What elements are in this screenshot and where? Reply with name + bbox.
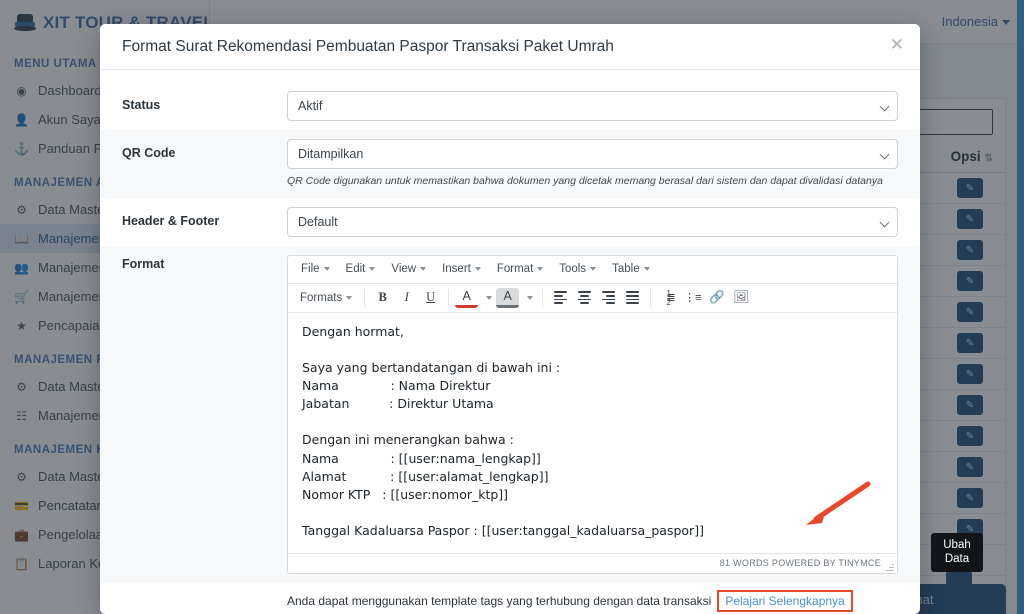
background-color-icon[interactable]: A xyxy=(496,287,520,308)
formats-dropdown[interactable]: Formats xyxy=(294,287,358,309)
menu-view[interactable]: View xyxy=(384,260,433,278)
menu-edit[interactable]: Edit xyxy=(339,260,383,278)
qr-code-select[interactable]: Ditampilkan xyxy=(287,139,898,169)
editor-line: Tanggal Kadaluarsa Paspor : [[user:tangg… xyxy=(302,523,704,539)
editor-line: Alamat : [[user:alamat_lengkap]] xyxy=(302,468,549,484)
field-row-qr-code: QR Code Ditampilkan QR Code digunakan un… xyxy=(100,130,920,198)
align-justify-icon[interactable] xyxy=(621,287,644,309)
menu-table[interactable]: Table xyxy=(605,260,657,278)
menu-format[interactable]: Format xyxy=(490,260,550,278)
chevron-down-icon xyxy=(323,267,330,272)
background-color-chevron-icon[interactable] xyxy=(520,287,536,309)
editor-line: Dengan ini menerangkan bahwa : xyxy=(302,432,514,448)
align-center-icon[interactable] xyxy=(573,287,596,309)
chevron-down-icon xyxy=(643,267,650,272)
editor-line: Saya yang bertandatangan di bawah ini : xyxy=(302,359,561,375)
menu-insert[interactable]: Insert xyxy=(435,260,488,278)
editor-status-bar: 81 WORDS POWERED BY TINYMCE xyxy=(288,552,897,573)
editor-word-count: 81 WORDS POWERED BY TINYMCE xyxy=(719,558,881,569)
editor-toolbar: Formats B I U A A ≣ 1 2 ⋮≡ 🔗 🖼 xyxy=(288,284,897,313)
field-row-format: Format File Edit View Insert Format Tool… xyxy=(100,245,920,583)
bullet-list-icon[interactable]: ⋮≡ xyxy=(681,287,704,309)
chevron-down-icon xyxy=(879,217,890,228)
menu-file[interactable]: File xyxy=(294,260,337,278)
align-left-icon[interactable] xyxy=(549,287,572,309)
header-footer-label: Header & Footer xyxy=(122,213,220,228)
align-right-icon[interactable] xyxy=(597,287,620,309)
format-surat-modal: Format Surat Rekomendasi Pembuatan Paspo… xyxy=(100,24,920,614)
qr-code-value: Ditampilkan xyxy=(298,147,364,161)
chevron-down-icon xyxy=(879,101,890,112)
editor-line: Nama : [[user:nama_lengkap]] xyxy=(302,450,541,466)
chevron-down-icon xyxy=(474,267,481,272)
editor-line: Nomor KTP : [[user:nomor_ktp]] xyxy=(302,486,509,502)
resize-grip-icon[interactable] xyxy=(886,563,894,571)
format-label: Format xyxy=(122,256,165,271)
text-color-chevron-icon[interactable] xyxy=(479,287,495,309)
qr-code-label: QR Code xyxy=(122,146,176,160)
close-icon[interactable]: ✕ xyxy=(890,36,904,53)
chevron-down-icon xyxy=(590,267,597,272)
header-footer-select[interactable]: Default xyxy=(287,206,898,237)
status-select[interactable]: Aktif xyxy=(287,91,898,121)
bold-icon[interactable]: B xyxy=(371,287,394,309)
status-value: Aktif xyxy=(298,99,323,113)
qr-code-help-text: QR Code digunakan untuk memastikan bahwa… xyxy=(287,175,883,187)
tooltip-ubah-data: Ubah Data xyxy=(931,533,983,572)
template-tags-hint: Anda dapat menggunakan template tags yan… xyxy=(100,583,920,612)
toolbar-divider xyxy=(448,288,450,307)
editor-line: Dengan hormat, xyxy=(302,323,404,339)
tinymce-editor: File Edit View Insert Format Tools Table… xyxy=(287,254,898,574)
italic-icon[interactable]: I xyxy=(395,287,418,309)
hint-text: Anda dapat menggunakan template tags yan… xyxy=(287,593,712,608)
modal-title: Format Surat Rekomendasi Pembuatan Paspo… xyxy=(122,37,614,55)
modal-header: Format Surat Rekomendasi Pembuatan Paspo… xyxy=(100,24,920,70)
modal-body: Status Aktif QR Code Ditampilkan QR Code… xyxy=(100,70,920,614)
underline-icon[interactable]: U xyxy=(419,287,442,309)
toolbar-divider xyxy=(650,288,652,307)
field-row-status: Status Aktif xyxy=(100,82,920,130)
editor-content-area[interactable]: Dengan hormat, Saya yang bertandatangan … xyxy=(288,313,897,553)
field-row-header-footer: Header & Footer Default xyxy=(100,198,920,246)
link-icon[interactable]: 🔗 xyxy=(706,287,729,309)
chevron-down-icon xyxy=(537,267,544,272)
status-label: Status xyxy=(122,98,161,112)
pelajari-selengkapnya-link[interactable]: Pelajari Selengkapnya xyxy=(717,589,853,612)
toolbar-divider xyxy=(542,288,544,307)
editor-line: Nama : Nama Direktur xyxy=(302,378,491,394)
chevron-down-icon xyxy=(420,267,427,272)
text-color-icon[interactable]: A xyxy=(455,288,479,308)
chevron-down-icon xyxy=(369,267,376,272)
image-icon[interactable]: 🖼 xyxy=(730,287,753,309)
menu-tools[interactable]: Tools xyxy=(552,260,603,278)
editor-line: Jabatan : Direktur Utama xyxy=(302,396,494,412)
numbered-list-icon[interactable]: ≣ 1 2 xyxy=(657,287,680,309)
chevron-down-icon xyxy=(346,295,353,300)
app-root: XIT TOUR & TRAVEL MENU UTAMA ◉ Dashboard… xyxy=(0,0,1024,614)
toolbar-divider xyxy=(364,288,366,307)
editor-menubar: File Edit View Insert Format Tools Table xyxy=(288,256,897,284)
header-footer-value: Default xyxy=(298,214,338,229)
chevron-down-icon xyxy=(879,149,890,160)
